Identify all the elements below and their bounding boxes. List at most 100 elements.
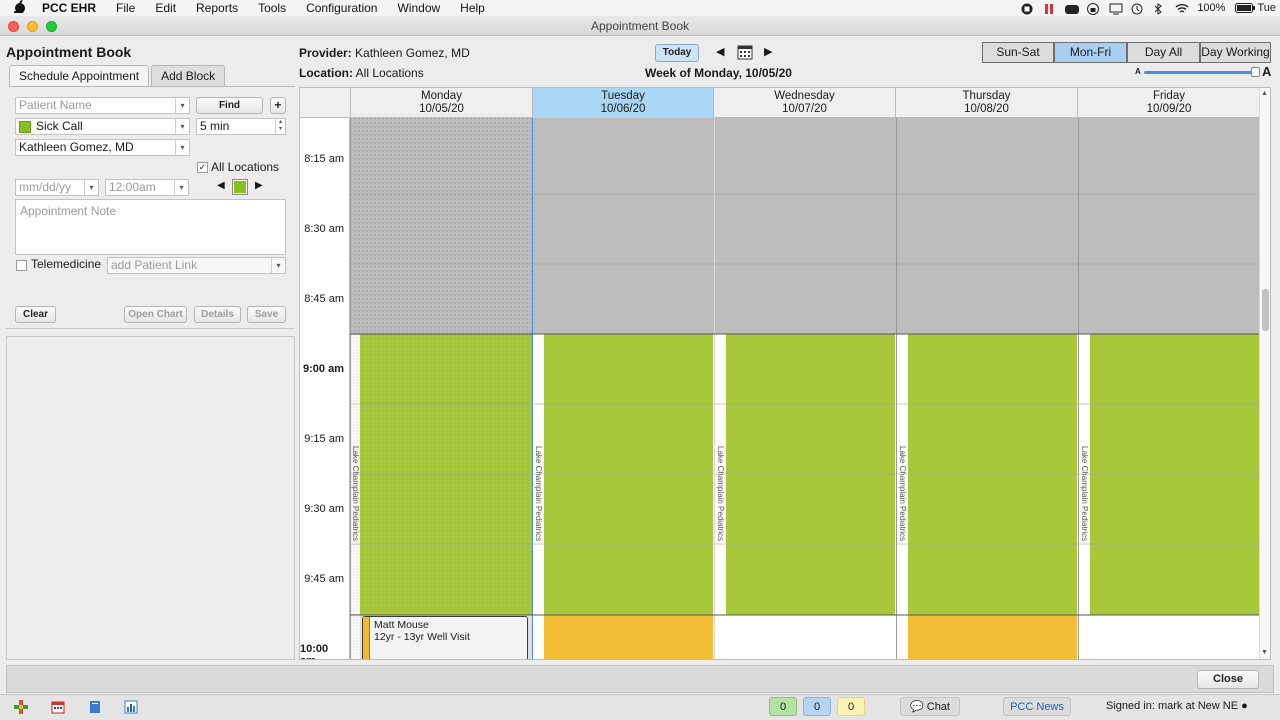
save-button[interactable]: Save xyxy=(247,306,286,323)
day-name: Monday xyxy=(421,90,462,102)
chevron-down-icon[interactable]: ▾ xyxy=(271,258,285,273)
battery-icon[interactable] xyxy=(1235,2,1256,14)
all-locations-checkbox[interactable]: ✓ xyxy=(197,162,208,173)
pcc-news-button[interactable]: PCC News xyxy=(1003,697,1071,716)
menu-reports[interactable]: Reports xyxy=(196,1,238,15)
scroll-down-arrow-icon[interactable]: ▼ xyxy=(1261,649,1268,656)
time-label: 10:00 am xyxy=(300,643,329,659)
patient-link-input[interactable]: add Patient Link ▾ xyxy=(107,257,286,274)
day-header-monday[interactable]: Monday 10/05/20 xyxy=(350,88,532,118)
zoom-large-label: A xyxy=(1262,64,1272,79)
stepper-arrows-icon[interactable]: ▴ ▾ xyxy=(275,119,285,134)
next-week-arrow-icon[interactable]: ▶ xyxy=(764,45,772,58)
menu-window[interactable]: Window xyxy=(397,1,440,15)
lock-icon[interactable] xyxy=(1087,2,1100,15)
chat-label: Chat xyxy=(926,701,950,713)
screen-icon[interactable] xyxy=(1109,3,1123,14)
schedule-form: Patient Name ▾ Find + Sick Call ▾ 5 min … xyxy=(9,86,295,326)
view-mon-fri-button[interactable]: Mon-Fri xyxy=(1054,42,1127,63)
appointment-type-select[interactable]: Sick Call ▾ xyxy=(15,118,190,135)
chevron-down-icon[interactable]: ▾ xyxy=(175,119,189,134)
time-input[interactable]: 12:00am ▾ xyxy=(105,179,189,196)
view-day-all-button[interactable]: Day All xyxy=(1127,42,1200,63)
menu-help[interactable]: Help xyxy=(460,1,485,15)
wifi-icon[interactable] xyxy=(1175,3,1189,14)
duration-value: 5 min xyxy=(200,119,230,133)
pause-icon[interactable] xyxy=(1043,3,1055,14)
date-input[interactable]: mm/dd/yy ▾ xyxy=(15,179,99,196)
tab-schedule-appointment[interactable]: Schedule Appointment xyxy=(9,65,150,86)
location-header-label: Location: xyxy=(299,66,353,80)
zoom-slider[interactable] xyxy=(1144,71,1256,74)
details-button[interactable]: Details xyxy=(194,306,241,323)
day-name: Thursday xyxy=(962,90,1011,102)
chevron-down-icon[interactable]: ▾ xyxy=(174,180,188,195)
time-machine-icon[interactable] xyxy=(1131,3,1143,14)
location-strip-label: Lake Champlain Pediatrics xyxy=(1080,446,1089,542)
document-icon[interactable] xyxy=(88,700,102,714)
location-header-value: All Locations xyxy=(355,66,424,80)
reports-icon[interactable] xyxy=(124,700,138,714)
today-button[interactable]: Today xyxy=(655,44,699,62)
zoom-slider-handle[interactable] xyxy=(1251,67,1260,77)
color-picker-button[interactable] xyxy=(232,179,248,195)
pcc-logo-icon[interactable] xyxy=(14,700,28,714)
chevron-down-icon[interactable]: ▾ xyxy=(84,180,98,195)
appointment-card[interactable]: Matt Mouse 12yr - 13yr Well Visit xyxy=(362,616,528,659)
menubar-clock[interactable]: Tue xyxy=(1257,2,1276,14)
zoom-window-button[interactable] xyxy=(46,21,57,32)
day-header-wednesday[interactable]: Wednesday 10/07/20 xyxy=(713,88,895,118)
patient-name-input[interactable]: Patient Name ▾ xyxy=(15,97,190,114)
scroll-up-arrow-icon[interactable]: ▲ xyxy=(1261,90,1268,97)
telemedicine-checkbox[interactable] xyxy=(16,260,27,271)
count-badge-green[interactable]: 0 xyxy=(769,697,797,716)
chevron-down-icon[interactable]: ▾ xyxy=(175,140,189,155)
next-color-arrow-icon[interactable]: ▶ xyxy=(255,180,263,191)
provider-select[interactable]: Kathleen Gomez, MD ▾ xyxy=(15,139,190,156)
chat-button[interactable]: 💬 Chat xyxy=(900,697,960,716)
time-placeholder: 12:00am xyxy=(109,180,156,194)
minimize-window-button[interactable] xyxy=(27,21,38,32)
calendar-grid: Monday 10/05/20 Tuesday 10/06/20 Wednesd… xyxy=(299,87,1271,660)
menu-edit[interactable]: Edit xyxy=(155,1,176,15)
time-label: 9:15 am xyxy=(304,433,344,445)
prev-color-arrow-icon[interactable]: ◀ xyxy=(217,180,225,191)
view-day-working-button[interactable]: Day Working xyxy=(1200,42,1271,63)
calendar-scrollbar[interactable]: ▲ ▼ xyxy=(1259,88,1270,659)
close-window-button[interactable] xyxy=(8,21,19,32)
apple-icon[interactable] xyxy=(13,0,28,16)
calendar-icon[interactable] xyxy=(51,700,65,714)
open-chart-button[interactable]: Open Chart xyxy=(124,306,187,323)
chevron-down-icon[interactable]: ▾ xyxy=(175,98,189,113)
menu-app[interactable]: PCC EHR xyxy=(42,1,96,15)
day-name: Wednesday xyxy=(774,90,835,102)
chat-bubble-icon: 💬 xyxy=(909,701,924,713)
day-header-thursday[interactable]: Thursday 10/08/20 xyxy=(895,88,1077,118)
day-header-tuesday[interactable]: Tuesday 10/06/20 xyxy=(532,88,713,118)
appointment-note-textarea[interactable]: Appointment Note xyxy=(15,199,286,255)
add-patient-button[interactable]: + xyxy=(270,97,286,114)
menu-tools[interactable]: Tools xyxy=(258,1,286,15)
schedule-blocks[interactable] xyxy=(350,118,1260,660)
duration-stepper[interactable]: 5 min ▴ ▾ xyxy=(196,118,286,135)
menu-file[interactable]: File xyxy=(116,1,135,15)
view-sun-sat-button[interactable]: Sun-Sat xyxy=(982,42,1054,63)
close-button[interactable]: Close xyxy=(1197,670,1259,689)
calendar-picker-icon[interactable] xyxy=(737,44,753,60)
count-badge-blue[interactable]: 0 xyxy=(803,697,831,716)
scrollbar-thumb[interactable] xyxy=(1262,289,1269,331)
location-strip-label: Lake Champlain Pediatrics xyxy=(716,446,725,542)
find-button[interactable]: Find xyxy=(196,97,263,114)
day-name: Tuesday xyxy=(601,90,645,102)
appointment-patient: Matt Mouse xyxy=(374,619,429,631)
clear-button[interactable]: Clear xyxy=(15,306,56,323)
menu-configuration[interactable]: Configuration xyxy=(306,1,377,15)
day-header-friday[interactable]: Friday 10/09/20 xyxy=(1077,88,1260,118)
count-badge-yellow[interactable]: 0 xyxy=(837,697,865,716)
bluetooth-icon[interactable] xyxy=(1153,2,1165,15)
record-icon[interactable] xyxy=(1021,3,1033,14)
prev-week-arrow-icon[interactable]: ◀ xyxy=(716,45,724,58)
schedule-tabs: Schedule Appointment Add Block xyxy=(9,65,227,86)
camera-icon[interactable] xyxy=(1065,3,1080,14)
tab-add-block[interactable]: Add Block xyxy=(151,65,226,86)
